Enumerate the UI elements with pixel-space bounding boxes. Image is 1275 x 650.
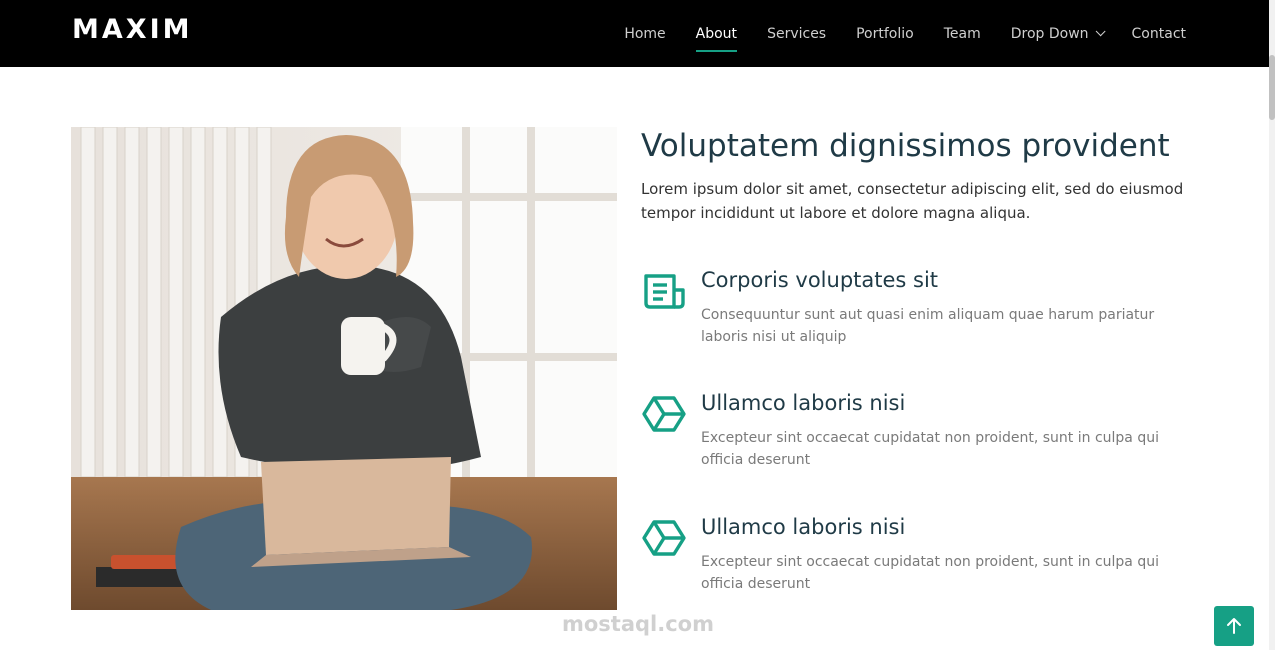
arrow-up-icon: [1227, 618, 1241, 634]
feature-title: Ullamco laboris nisi: [701, 515, 906, 539]
nav-contact[interactable]: Contact: [1132, 0, 1186, 67]
page-scrollbar[interactable]: [1269, 0, 1275, 650]
about-lead: Lorem ipsum dolor sit amet, consectetur …: [641, 180, 1184, 222]
feature-description: Excepteur sint occaecat cupidatat non pr…: [701, 554, 1159, 592]
chevron-down-icon: [1095, 26, 1106, 37]
nav-portfolio[interactable]: Portfolio: [856, 0, 914, 67]
nav-team-label: Team: [943, 25, 981, 42]
cube-icon: [642, 396, 686, 432]
nav-team[interactable]: Team: [944, 0, 981, 67]
back-to-top-button[interactable]: [1214, 606, 1254, 646]
nav-home-label: Home: [624, 25, 666, 42]
site-logo[interactable]: MAXIM: [72, 14, 193, 45]
nav-dropdown-label: Drop Down: [1010, 25, 1089, 42]
scrollbar-thumb[interactable]: [1269, 55, 1275, 120]
receipt-icon: [644, 274, 685, 309]
nav-about[interactable]: About: [695, 0, 738, 67]
nav-dropdown[interactable]: Drop Down: [1010, 0, 1106, 67]
nav-about-label: About: [695, 25, 738, 42]
nav-home[interactable]: Home: [624, 0, 665, 67]
woman-with-laptop-illustration: [71, 127, 617, 610]
feature-title: Corporis voluptates sit: [701, 268, 939, 292]
main-nav: Home About Services Portfolio Team Drop …: [594, 0, 1186, 67]
cube-icon: [642, 520, 686, 556]
feature-description: Consequuntur sunt aut quasi enim aliquam…: [701, 307, 1155, 345]
nav-services[interactable]: Services: [767, 0, 826, 67]
nav-services-label: Services: [767, 25, 827, 42]
nav-portfolio-label: Portfolio: [856, 25, 914, 42]
about-photo: [71, 127, 617, 610]
watermark-text: mostaql.com: [562, 612, 714, 636]
feature-title: Ullamco laboris nisi: [701, 391, 906, 415]
about-title: Voluptatem dignissimos provident: [641, 128, 1170, 164]
site-header: MAXIM Home About Services Portfolio Team…: [0, 0, 1269, 67]
nav-contact-label: Contact: [1131, 25, 1186, 42]
feature-description: Excepteur sint occaecat cupidatat non pr…: [701, 430, 1159, 468]
